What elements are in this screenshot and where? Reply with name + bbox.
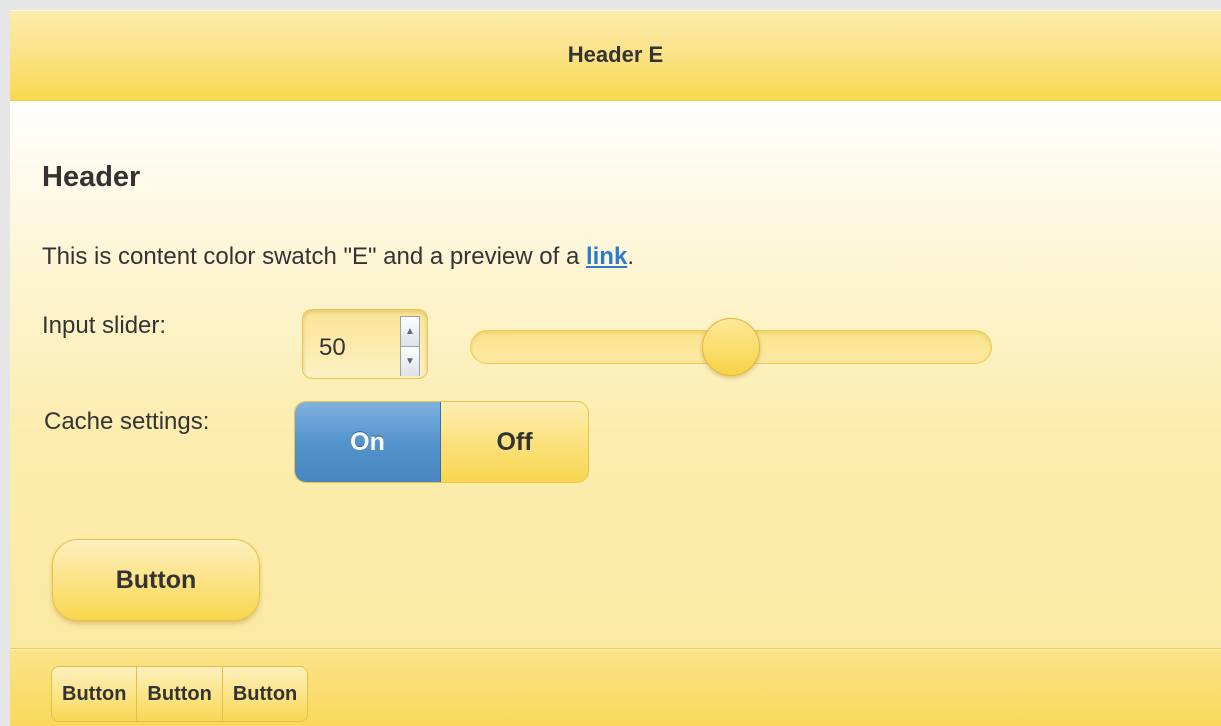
footer-bar: Button Button Button bbox=[10, 648, 1221, 726]
slider-value-input[interactable]: 50 ▲ ▼ bbox=[302, 309, 428, 379]
footer-button-1[interactable]: Button bbox=[52, 667, 137, 721]
cache-settings-toggle[interactable]: On Off bbox=[294, 401, 589, 483]
main-button[interactable]: Button bbox=[52, 539, 260, 621]
header-title: Header E bbox=[567, 42, 664, 67]
content-area: Header This is content color swatch "E" … bbox=[10, 101, 1221, 648]
page-frame: Header E Header This is content color sw… bbox=[10, 10, 1221, 726]
spin-up-icon[interactable]: ▲ bbox=[401, 317, 419, 347]
footer-button-2[interactable]: Button bbox=[136, 667, 222, 721]
content-heading: Header bbox=[42, 161, 141, 193]
paragraph-end: . bbox=[627, 243, 634, 270]
paragraph-text: This is content color swatch "E" and a p… bbox=[42, 243, 586, 270]
preview-link[interactable]: link bbox=[586, 243, 627, 270]
toggle-off-option[interactable]: Off bbox=[441, 402, 588, 482]
spinner-buttons: ▲ ▼ bbox=[400, 316, 420, 376]
slider-handle[interactable] bbox=[702, 318, 760, 376]
footer-button-3[interactable]: Button bbox=[221, 667, 308, 721]
toggle-on-option[interactable]: On bbox=[295, 402, 441, 482]
input-slider-label: Input slider: bbox=[42, 312, 167, 339]
footer-button-group: Button Button Button bbox=[51, 666, 309, 722]
cache-settings-label: Cache settings: bbox=[44, 408, 210, 435]
spin-down-icon[interactable]: ▼ bbox=[401, 347, 419, 376]
content-paragraph: This is content color swatch "E" and a p… bbox=[42, 243, 634, 271]
slider-value: 50 bbox=[319, 334, 346, 361]
header-bar: Header E bbox=[10, 10, 1221, 101]
